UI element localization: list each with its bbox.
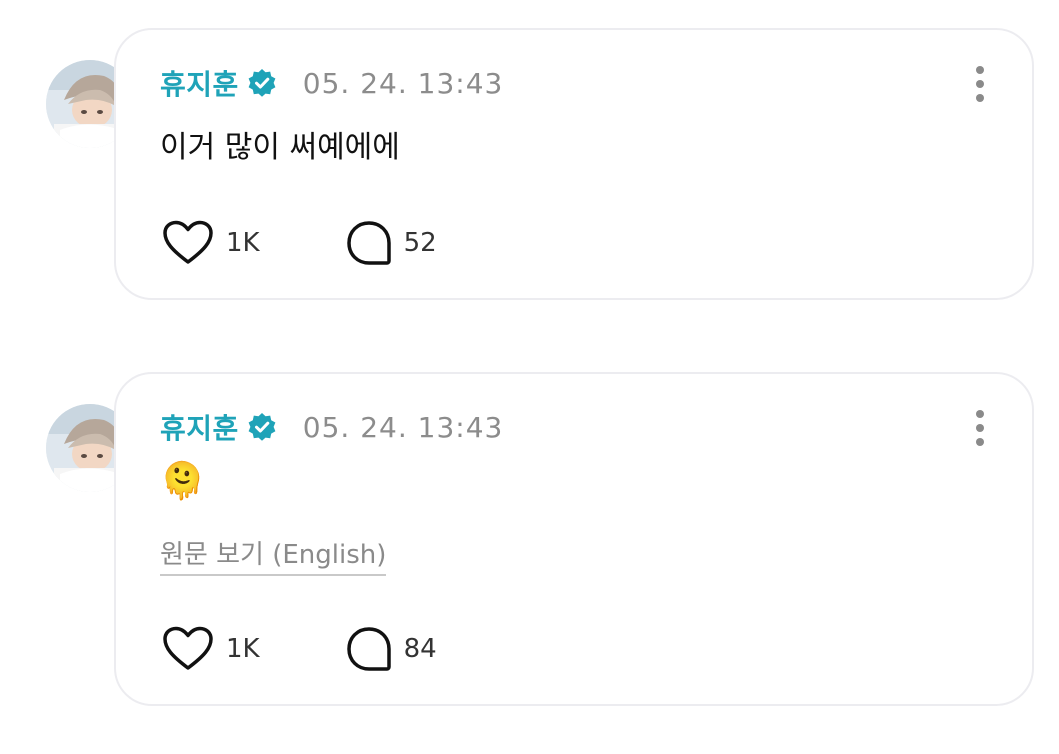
post-text: 🫠 — [160, 461, 205, 502]
post-card: 휴지훈 05. 24. 13:43 🫠 원문 보기 (English) 1K 8… — [114, 372, 1034, 706]
verified-badge-icon — [247, 412, 277, 442]
post-2: 휴지훈 05. 24. 13:43 🫠 원문 보기 (English) 1K 8… — [0, 0, 1059, 754]
view-original-link[interactable]: 원문 보기 (English) — [160, 534, 387, 576]
username[interactable]: 휴지훈 — [160, 407, 239, 447]
post-actions: 1K 84 — [162, 626, 437, 672]
timestamp: 05. 24. 13:43 — [302, 410, 504, 444]
post-header: 휴지훈 05. 24. 13:43 — [160, 408, 503, 446]
like-button[interactable]: 1K — [162, 626, 260, 672]
comment-bubble-icon — [346, 627, 391, 671]
comment-button[interactable]: 84 — [346, 626, 437, 672]
comment-count: 84 — [403, 634, 437, 664]
like-count: 1K — [226, 634, 260, 664]
heart-icon — [163, 626, 213, 670]
more-vertical-icon[interactable] — [974, 410, 986, 446]
